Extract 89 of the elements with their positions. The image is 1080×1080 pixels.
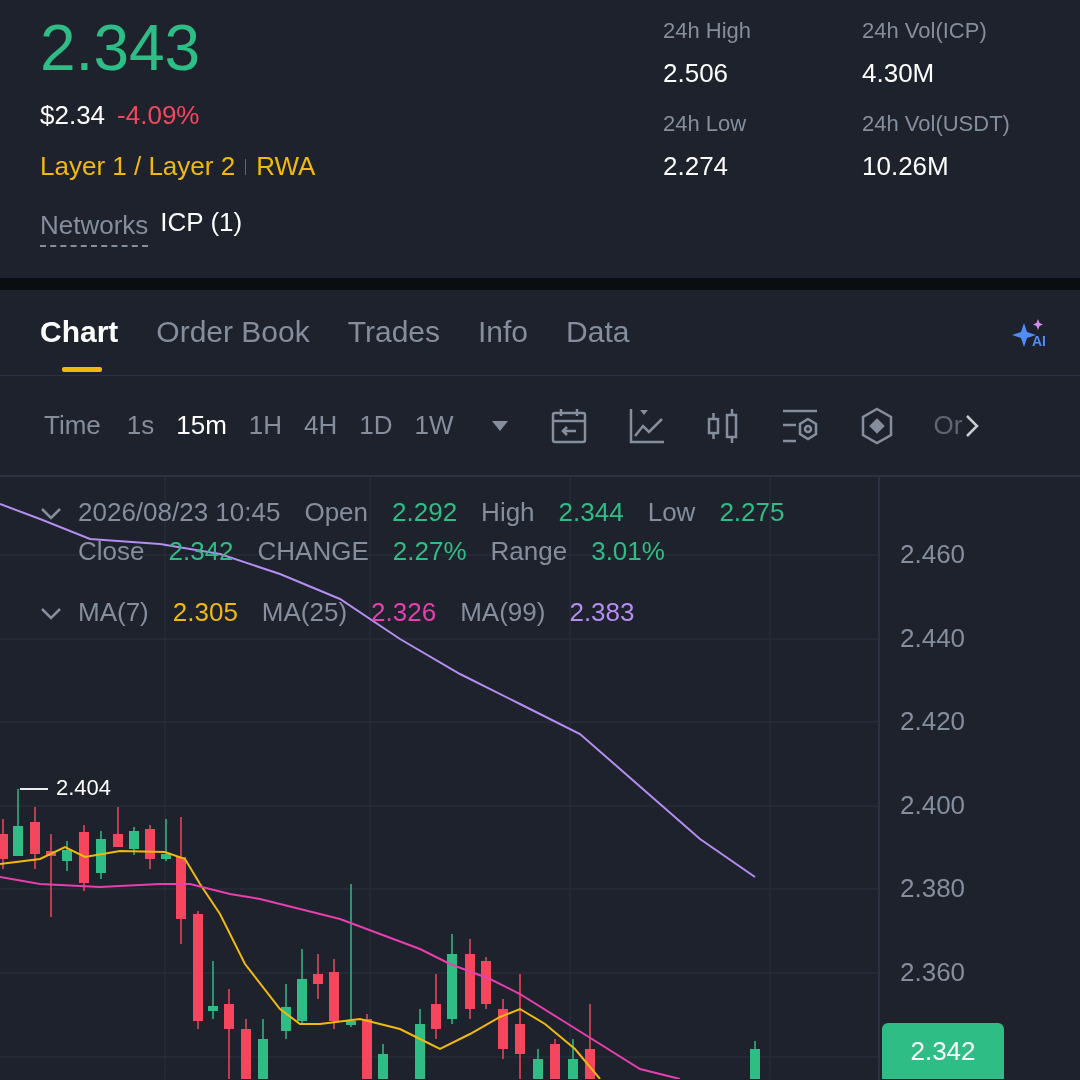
time-label: Time (44, 410, 101, 441)
candle (568, 1038, 578, 1079)
calendar-icon[interactable] (549, 406, 588, 445)
candle (550, 1038, 560, 1079)
stat-label: 24h High (663, 18, 753, 44)
ohlc-value: 2.275 (719, 497, 785, 528)
ohlc-value: 3.01% (591, 536, 665, 567)
price-axis-label: 2.420 (900, 706, 966, 738)
price-axis-label: 2.400 (900, 789, 966, 821)
candle (161, 818, 171, 862)
overflow-label[interactable]: Or (933, 410, 963, 441)
candle (96, 830, 106, 880)
tab[interactable]: Chart (40, 293, 119, 372)
interval-option[interactable]: 1H (248, 410, 283, 441)
candle (258, 1018, 268, 1079)
last-price: 2.343 (40, 12, 202, 84)
ma-value: 2.305 (172, 597, 238, 628)
candle (415, 1008, 425, 1079)
ohlc-label: High (481, 497, 535, 528)
high-marker-line (19, 788, 49, 790)
usd-price: $2.34 (40, 100, 106, 131)
candle (62, 840, 72, 872)
stat-value: 2.274 (663, 151, 730, 182)
ma-label: MA(25) (261, 597, 348, 628)
candle (145, 824, 155, 870)
price-change: -4.09% (117, 100, 200, 131)
price-axis-label: 2.360 (900, 957, 966, 988)
stat-label: 24h Vol(ICP) (862, 18, 988, 44)
ohlc-label: Close (78, 536, 145, 567)
stat-label: 24h Low (663, 111, 748, 137)
candle (313, 953, 323, 1000)
candlestick-icon[interactable] (705, 406, 740, 445)
ohlc-label: CHANGE (257, 536, 369, 567)
ohlc-value: 2.27% (392, 536, 467, 567)
tab[interactable]: Info (478, 293, 529, 372)
candle (79, 824, 89, 892)
collapse-chevron-icon[interactable] (40, 507, 62, 521)
ma-label: MA(7) (78, 597, 149, 628)
candle (30, 806, 40, 870)
ohlc-label: Open (304, 497, 369, 528)
ohlc-label: Low (647, 497, 696, 528)
tab[interactable]: Data (566, 293, 630, 372)
category-tag-link[interactable]: RWA (256, 151, 316, 182)
interval-option[interactable]: 1s (126, 410, 155, 441)
chevron-right-icon[interactable] (964, 413, 979, 438)
price-axis-label: 2.460 (900, 539, 966, 570)
ohlc-value: 2.344 (558, 497, 624, 528)
interval-option[interactable]: 4H (304, 410, 338, 441)
candle-date: 2026/08/23 10:45 (78, 497, 281, 528)
candle (481, 956, 491, 1010)
ohlc-value: 2.292 (392, 497, 458, 528)
category-tag-link[interactable]: Layer 1 / Layer 2 (40, 151, 236, 182)
high-price-marker: 2.404 (56, 775, 112, 801)
candle (13, 788, 23, 857)
stat-value: 2.506 (663, 58, 730, 89)
interval-option[interactable]: 1D (359, 410, 393, 441)
candle (533, 1048, 543, 1079)
candle (329, 958, 339, 1030)
ma-value: 2.326 (371, 597, 437, 628)
candle (241, 1018, 251, 1079)
tab[interactable]: Trades (347, 293, 440, 372)
hexagon-icon[interactable] (859, 406, 894, 445)
dropdown-caret-icon[interactable] (489, 419, 510, 432)
ma-value: 2.383 (569, 597, 635, 628)
stat-label: 24h Vol(USDT) (862, 111, 1011, 137)
networks-label[interactable]: Networks (40, 210, 149, 247)
ohlc-label: Range (490, 536, 568, 567)
candle (113, 806, 123, 848)
candle (362, 1013, 372, 1079)
tab[interactable]: Order Book (156, 293, 310, 372)
candle (0, 818, 8, 870)
interval-option[interactable]: 15m (176, 410, 227, 441)
candle (750, 1040, 760, 1079)
price-axis-label: 2.380 (900, 873, 966, 905)
networks-value: ICP (1) (160, 207, 243, 238)
last-price-tag: 2.342 (882, 1023, 1004, 1079)
collapse-chevron-icon[interactable] (40, 607, 62, 621)
ma-label: MA(99) (460, 597, 546, 628)
candle (281, 983, 291, 1040)
candle (498, 998, 508, 1060)
price-axis-label: 2.440 (900, 622, 966, 654)
line-chart-icon[interactable] (627, 406, 666, 445)
interval-option[interactable]: 1W (414, 410, 454, 441)
stat-value: 4.30M (862, 58, 936, 89)
candle (431, 973, 441, 1040)
candle (378, 1043, 388, 1079)
stat-value: 10.26M (862, 151, 950, 182)
candle (208, 960, 218, 1020)
candle (129, 826, 139, 856)
